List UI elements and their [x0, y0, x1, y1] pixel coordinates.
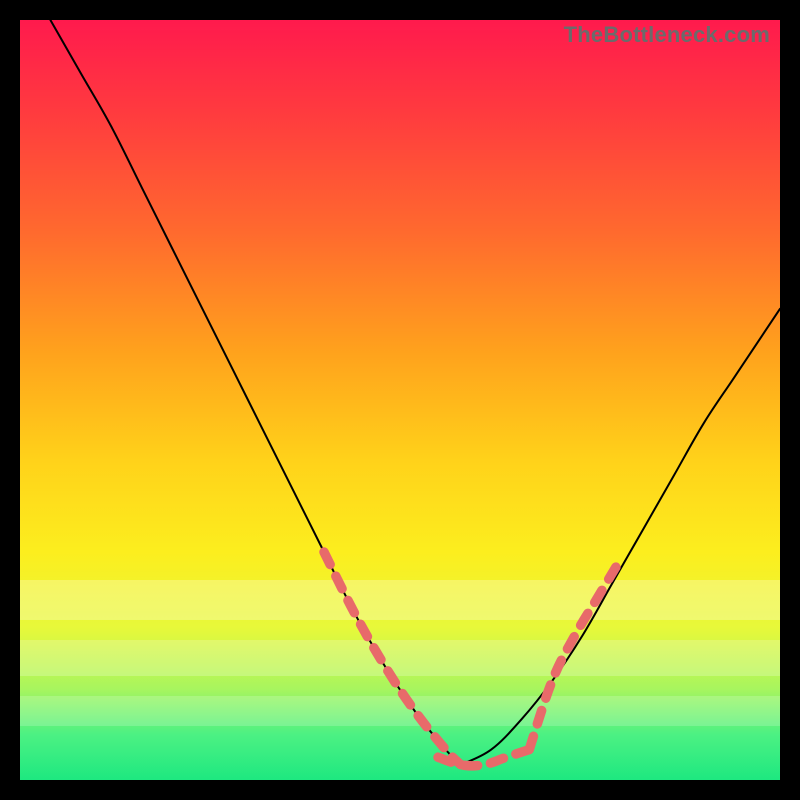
highlight-segment-right — [529, 560, 620, 750]
watermark-text: TheBottleneck.com — [564, 22, 770, 48]
highlight-segment-floor — [438, 750, 529, 766]
highlight-segment-left — [324, 552, 461, 765]
curve-layer — [20, 20, 780, 780]
bottleneck-curve-left — [50, 20, 460, 765]
chart-frame: TheBottleneck.com — [0, 0, 800, 800]
plot-area: TheBottleneck.com — [20, 20, 780, 780]
bottleneck-curve-right — [461, 309, 780, 765]
